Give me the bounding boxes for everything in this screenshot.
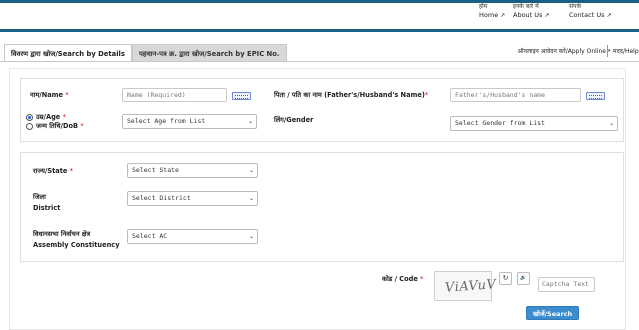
district-select[interactable]: Select District ⌄ bbox=[127, 191, 258, 206]
nav-contact[interactable]: संपर्क Contact Us ↗ bbox=[569, 3, 612, 20]
required-marker: * bbox=[65, 91, 69, 99]
apply-online-link[interactable]: ऑनलाइन आवेदन करें/Apply Online↗ bbox=[518, 47, 611, 55]
tab-search-by-details[interactable]: विवरण द्वारा खोज/Search by Details bbox=[4, 44, 132, 62]
nav-about-label: About Us bbox=[513, 11, 543, 19]
age-select[interactable]: Select Age from List ⌄ bbox=[122, 114, 257, 129]
dob-radio-label: जन्म तिथि/DoB * bbox=[36, 122, 84, 131]
captcha-input[interactable]: Captcha Text bbox=[538, 277, 595, 292]
search-button[interactable]: खोजें/Search bbox=[526, 306, 579, 320]
required-marker: * bbox=[420, 275, 424, 283]
state-select[interactable]: Select State ⌄ bbox=[127, 163, 258, 178]
chevron-down-icon: ⌄ bbox=[248, 195, 254, 202]
relative-name-label: पिता / पति का नाम (Father's/Husband's Na… bbox=[274, 91, 428, 100]
age-radio[interactable] bbox=[26, 114, 33, 121]
nav-home-hi: होम bbox=[479, 3, 488, 10]
dob-label-text: जन्म तिथि/DoB bbox=[36, 122, 79, 130]
header-separator bbox=[607, 45, 608, 57]
captcha-label-text: कोड / Code bbox=[382, 275, 418, 283]
required-marker: * bbox=[80, 122, 84, 130]
speaker-icon: 🔊 bbox=[520, 275, 527, 281]
name-label-text: नाम/Name bbox=[30, 91, 64, 99]
external-link-icon: ↗ bbox=[544, 12, 550, 19]
apply-online-label: ऑनलाइन आवेदन करें/Apply Online bbox=[517, 48, 606, 55]
state-label-text: राज्य/State bbox=[33, 167, 68, 175]
chevron-down-icon: ⌄ bbox=[248, 233, 254, 240]
refresh-icon: ↻ bbox=[502, 274, 509, 282]
gender-select-value: Select Gender from List bbox=[455, 119, 546, 127]
relative-name-label-text: पिता / पति का नाम (Father's/Husband's Na… bbox=[274, 91, 425, 99]
state-label: राज्य/State * bbox=[33, 167, 73, 176]
ac-select-value: Select AC bbox=[132, 232, 168, 240]
captcha-label: कोड / Code * bbox=[382, 275, 423, 284]
gender-select[interactable]: Select Gender from List ⌄ bbox=[450, 116, 618, 131]
help-link[interactable]: मदद/Help bbox=[613, 47, 639, 55]
chevron-down-icon: ⌄ bbox=[608, 120, 614, 127]
required-marker: * bbox=[62, 113, 66, 121]
ac-label-en: Assembly Constituency bbox=[33, 241, 120, 249]
district-label-en: District bbox=[33, 204, 61, 212]
top-navigation: होम Home ↗ इनके बारे में About Us ↗ संपर… bbox=[0, 3, 639, 25]
name-label: नाम/Name * bbox=[30, 91, 69, 100]
nav-home-label: Home bbox=[479, 11, 499, 19]
ac-select[interactable]: Select AC ⌄ bbox=[127, 229, 258, 244]
nav-contact-label: Contact Us bbox=[569, 11, 605, 19]
keyboard-icon[interactable] bbox=[232, 92, 251, 100]
relative-name-input[interactable]: Father's/Husband's name bbox=[450, 88, 581, 102]
district-select-value: Select District bbox=[132, 194, 191, 202]
dob-radio[interactable] bbox=[26, 123, 33, 130]
external-link-icon: ↗ bbox=[606, 12, 612, 19]
chevron-down-icon: ⌄ bbox=[248, 167, 254, 174]
refresh-captcha-button[interactable]: ↻ bbox=[499, 272, 512, 285]
age-label-text: उम्र/Age bbox=[36, 113, 61, 121]
ac-label-hi: विधानसभा निर्वाचन क्षेत्र bbox=[33, 230, 91, 238]
gender-label: लिंग/Gender bbox=[274, 116, 314, 124]
state-select-value: Select State bbox=[132, 166, 179, 174]
name-input[interactable]: Name (Required) bbox=[122, 88, 227, 102]
keyboard-icon[interactable] bbox=[586, 92, 605, 100]
required-marker: * bbox=[69, 167, 73, 175]
tab-divider bbox=[0, 61, 639, 62]
nav-divider bbox=[0, 29, 639, 32]
age-radio-label: उम्र/Age * bbox=[36, 113, 66, 122]
captcha-image: ViAVuV bbox=[434, 271, 497, 301]
audio-captcha-button[interactable]: 🔊 bbox=[517, 272, 530, 285]
nav-home[interactable]: होम Home ↗ bbox=[479, 3, 505, 20]
external-link-icon: ↗ bbox=[500, 12, 506, 19]
nav-about[interactable]: इनके बारे में About Us ↗ bbox=[513, 3, 550, 20]
age-select-value: Select Age from List bbox=[127, 117, 206, 125]
nav-about-hi: इनके बारे में bbox=[513, 3, 539, 10]
tab-search-by-epic[interactable]: पहचान-पत्र क्र. द्वारा खोज/Search by EPI… bbox=[132, 44, 287, 62]
nav-contact-hi: संपर्क bbox=[569, 3, 582, 10]
captcha-text: ViAVuV bbox=[444, 277, 497, 296]
district-label-hi: जिला bbox=[33, 193, 46, 201]
chevron-down-icon: ⌄ bbox=[247, 118, 253, 125]
required-marker: * bbox=[424, 91, 429, 99]
